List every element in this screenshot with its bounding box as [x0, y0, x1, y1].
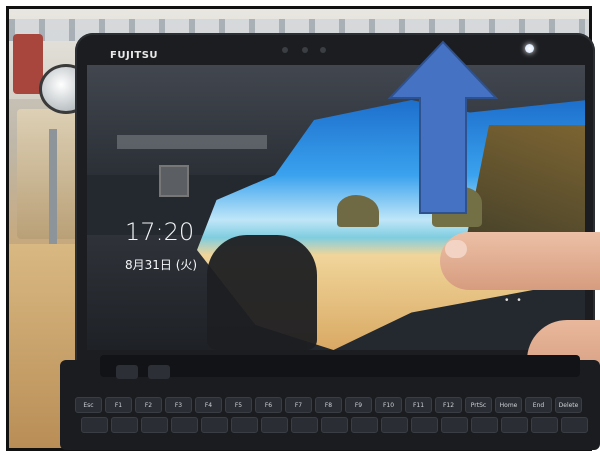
key-f5[interactable]: F5: [225, 397, 252, 413]
key[interactable]: [171, 417, 198, 433]
hinge-button[interactable]: [148, 365, 170, 379]
key-f1[interactable]: F1: [105, 397, 132, 413]
fingernail: [445, 240, 467, 258]
key-f6[interactable]: F6: [255, 397, 282, 413]
screen-indicator-dots: • •: [505, 295, 524, 306]
wallpaper-rock: [337, 195, 379, 227]
key[interactable]: [141, 417, 168, 433]
key[interactable]: [321, 417, 348, 433]
key[interactable]: [351, 417, 378, 433]
camera-sensor: [320, 47, 326, 53]
keyboard[interactable]: Esc F1 F2 F3 F4 F5 F6 F7 F8 F9 F10 F11 F12 PrtSc Home E…: [75, 395, 590, 447]
key[interactable]: [291, 417, 318, 433]
key-f7[interactable]: F7: [285, 397, 312, 413]
key-prtsc[interactable]: PrtSc: [465, 397, 492, 413]
key-esc[interactable]: Esc: [75, 397, 102, 413]
key-f10[interactable]: F10: [375, 397, 402, 413]
key[interactable]: [261, 417, 288, 433]
hinge-button[interactable]: [116, 365, 138, 379]
laptop-hinge: [100, 355, 580, 377]
key[interactable]: [411, 417, 438, 433]
key-f9[interactable]: F9: [345, 397, 372, 413]
key[interactable]: [531, 417, 558, 433]
key[interactable]: [231, 417, 258, 433]
key[interactable]: [501, 417, 528, 433]
key-f2[interactable]: F2: [135, 397, 162, 413]
up-arrow-icon: [388, 40, 498, 214]
key[interactable]: [561, 417, 588, 433]
chair-leg: [49, 129, 57, 249]
finger: [440, 232, 600, 290]
key-f4[interactable]: F4: [195, 397, 222, 413]
key[interactable]: [471, 417, 498, 433]
status-light: [525, 44, 534, 53]
brand-logo: FUJITSU: [110, 50, 159, 61]
outlet-reflection: [159, 165, 189, 197]
key-f12[interactable]: F12: [435, 397, 462, 413]
key-f11[interactable]: F11: [405, 397, 432, 413]
light-reflection: [117, 135, 267, 149]
key-f3[interactable]: F3: [165, 397, 192, 413]
camera-lens: [302, 47, 308, 53]
key[interactable]: [381, 417, 408, 433]
key-f8[interactable]: F8: [315, 397, 342, 413]
lock-screen-time: 17:20: [125, 218, 195, 246]
lock-screen[interactable]: [87, 65, 585, 350]
hand-reflection: [207, 235, 317, 350]
key[interactable]: [201, 417, 228, 433]
camera-sensor: [282, 47, 288, 53]
key-end[interactable]: End: [525, 397, 552, 413]
lock-screen-date: 8月31日 (火): [125, 258, 198, 272]
key-delete[interactable]: Delete: [555, 397, 582, 413]
key[interactable]: [81, 417, 108, 433]
key-home[interactable]: Home: [495, 397, 522, 413]
key[interactable]: [111, 417, 138, 433]
key[interactable]: [441, 417, 468, 433]
